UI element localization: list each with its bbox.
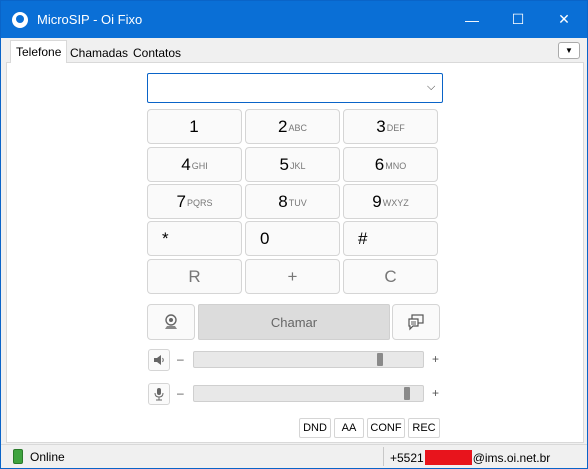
main-menu-button[interactable]: ▼ — [558, 42, 580, 59]
microphone-slider-thumb[interactable] — [404, 387, 410, 400]
key-letters: PQRS — [186, 198, 213, 208]
key-letters: GHI — [191, 161, 208, 171]
key-hash[interactable]: # — [343, 221, 438, 256]
status-text[interactable]: Online — [30, 450, 65, 464]
plus-button[interactable]: + — [245, 259, 340, 294]
speaker-mute-button[interactable] — [148, 349, 170, 371]
key-digit: * — [162, 228, 169, 248]
message-button[interactable] — [392, 304, 440, 340]
tab-contatos[interactable]: Contatos — [128, 43, 186, 63]
key-label: + — [287, 266, 298, 286]
title-bar[interactable]: MicroSIP - Oi Fixo — ☐ ✕ — [1, 1, 587, 38]
microphone-icon — [154, 388, 164, 401]
key-digit: 5 — [279, 154, 289, 174]
microsip-window: MicroSIP - Oi Fixo — ☐ ✕ Telefone Chamad… — [0, 0, 588, 469]
key-digit: 6 — [374, 154, 385, 174]
key-label: R — [188, 266, 201, 286]
window-title: MicroSIP - Oi Fixo — [37, 12, 143, 27]
speaker-icon — [154, 355, 164, 365]
speaker-minus-sign: – — [177, 352, 184, 366]
dnd-button[interactable]: DND — [299, 418, 331, 438]
key-digit: 7 — [176, 191, 186, 211]
microphone-volume-slider[interactable] — [193, 385, 424, 402]
key-4[interactable]: 4 GHI — [147, 147, 242, 182]
telefone-panel: ⌵ 1 2 ABC 3 DEF 4 GHI 5 JKL 6 MNO 7 PQRS… — [6, 63, 584, 443]
minimize-button[interactable]: — — [449, 1, 495, 38]
key-9[interactable]: 9 WXYZ — [343, 184, 438, 219]
key-digit: 2 — [278, 116, 288, 136]
microphone-mute-button[interactable] — [148, 383, 170, 405]
key-8[interactable]: 8 TUV — [245, 184, 340, 219]
tab-bar: Telefone Chamadas Contatos ▼ — [6, 39, 584, 64]
key-2[interactable]: 2 ABC — [245, 109, 340, 144]
key-letters: WXYZ — [382, 198, 409, 208]
key-letters: TUV — [288, 198, 307, 208]
microphone-minus-sign: – — [177, 386, 184, 400]
key-6[interactable]: 6 MNO — [343, 147, 438, 182]
key-digit: 8 — [278, 191, 288, 211]
video-call-button[interactable] — [147, 304, 195, 340]
key-digit: # — [358, 228, 368, 248]
microphone-plus-sign: + — [432, 386, 440, 400]
key-3[interactable]: 3 DEF — [343, 109, 438, 144]
key-0[interactable]: 0 — [245, 221, 340, 256]
webcam-icon — [165, 314, 177, 329]
key-letters: ABC — [288, 123, 307, 133]
status-bar: Online +5521 @ims.oi.net.br — [1, 444, 587, 468]
record-button[interactable]: REC — [408, 418, 440, 438]
speaker-slider-thumb[interactable] — [377, 353, 383, 366]
key-digit: 0 — [260, 228, 270, 248]
number-input[interactable] — [147, 73, 443, 103]
microsip-logo-icon — [12, 11, 28, 28]
key-5[interactable]: 5 JKL — [245, 147, 340, 182]
online-status-icon[interactable] — [13, 449, 23, 464]
speaker-plus-sign: + — [432, 352, 440, 366]
key-digit: 4 — [181, 154, 191, 174]
tab-chamadas[interactable]: Chamadas — [65, 43, 133, 63]
account-prefix: +5521 — [390, 450, 424, 465]
account-label: +5521 @ims.oi.net.br — [390, 450, 550, 465]
window-controls: — ☐ ✕ — [449, 1, 587, 38]
auto-answer-button[interactable]: AA — [334, 418, 364, 438]
key-digit: 9 — [372, 191, 382, 211]
redial-button[interactable]: R — [147, 259, 242, 294]
tab-telefone[interactable]: Telefone — [10, 40, 68, 64]
triangle-down-icon: ▼ — [565, 46, 573, 55]
key-digit: 1 — [189, 116, 199, 136]
key-7[interactable]: 7 PQRS — [147, 184, 242, 219]
status-divider — [383, 447, 384, 466]
maximize-button[interactable]: ☐ — [495, 1, 541, 38]
clear-button[interactable]: C — [343, 259, 438, 294]
redaction-block — [424, 450, 472, 465]
call-button[interactable]: Chamar — [198, 304, 390, 340]
key-digit: 3 — [376, 116, 386, 136]
key-letters: MNO — [385, 161, 407, 171]
key-1[interactable]: 1 — [147, 109, 242, 144]
key-label: C — [384, 266, 397, 286]
key-letters: DEF — [386, 123, 405, 133]
chat-icon — [408, 314, 424, 331]
chevron-down-icon[interactable]: ⌵ — [427, 81, 435, 94]
key-letters: JKL — [289, 161, 306, 171]
key-star[interactable]: * — [147, 221, 242, 256]
account-suffix: @ims.oi.net.br — [472, 450, 551, 465]
speaker-volume-slider[interactable] — [193, 351, 424, 368]
conference-button[interactable]: CONF — [367, 418, 405, 438]
close-button[interactable]: ✕ — [541, 1, 587, 38]
